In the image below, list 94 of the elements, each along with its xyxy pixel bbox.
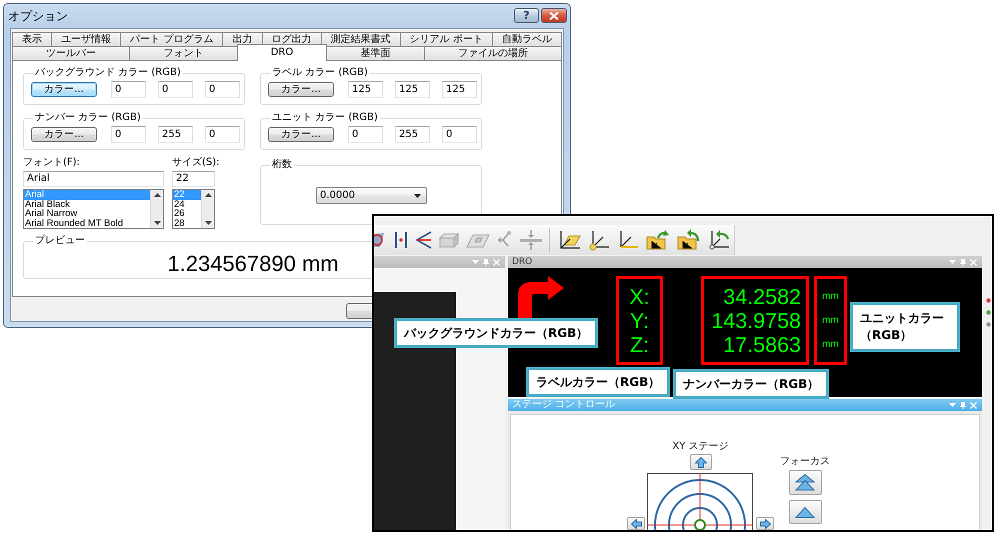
rgb-field[interactable]: 0 <box>442 126 477 143</box>
color-button[interactable]: カラー... <box>31 127 97 142</box>
font-label: フォント(F): <box>23 157 80 169</box>
size-label: サイズ(S): <box>172 157 220 169</box>
tab[interactable]: 表示 <box>12 32 52 46</box>
axes-point-icon[interactable] <box>588 229 610 251</box>
preview-text: 1.234567890 mm <box>167 251 339 277</box>
axis-value: 143.9758 <box>711 309 801 333</box>
font-field[interactable]: Arial <box>23 171 164 187</box>
rgb-field[interactable]: 0 <box>111 81 146 98</box>
font-option[interactable]: Arial Rounded MT Bold <box>24 218 150 228</box>
scroll-down-icon[interactable] <box>154 221 160 225</box>
unit-label: mm <box>822 315 839 327</box>
rgb-field[interactable]: 255 <box>395 126 430 143</box>
size-field[interactable]: 22 <box>172 171 215 187</box>
scrollbar[interactable] <box>150 190 163 228</box>
scroll-up-icon[interactable] <box>154 193 160 197</box>
tab[interactable]: ツールバー <box>12 46 130 60</box>
scrollbar[interactable] <box>201 190 214 228</box>
color-button[interactable]: カラー... <box>268 82 334 97</box>
folder-arrow-icon[interactable] <box>677 229 701 251</box>
callout-label: バックグラウンドカラー（RGB） <box>394 318 598 348</box>
move-right-button[interactable] <box>756 517 774 530</box>
axis-value: 17.5863 <box>723 333 801 357</box>
folder-arrow-icon[interactable] <box>646 229 670 251</box>
tab[interactable]: パート プログラム <box>120 32 224 46</box>
tab[interactable]: 自動ラベル <box>492 32 562 46</box>
rgb-field[interactable]: 0 <box>111 126 146 143</box>
close-icon <box>549 12 559 20</box>
tab[interactable]: フォント <box>129 46 238 60</box>
color-button[interactable]: カラー... <box>268 127 334 142</box>
group-title: 桁数 <box>271 159 293 171</box>
rgb-field[interactable]: 125 <box>442 81 477 98</box>
rgb-field[interactable]: 0 <box>158 81 193 98</box>
left-arrow-icon <box>630 518 642 528</box>
tab[interactable]: シリアル ポート <box>400 32 493 46</box>
move-left-button[interactable] <box>627 517 645 530</box>
rgb-field[interactable]: 125 <box>348 81 383 98</box>
rgb-field[interactable]: 125 <box>395 81 430 98</box>
font-option[interactable]: Arial Narrow <box>24 209 150 218</box>
triangle-up-icon <box>795 506 815 518</box>
panel-title: DRO <box>512 256 532 268</box>
scroll-down-icon[interactable] <box>204 221 212 225</box>
rgb-field[interactable]: 0 <box>205 126 240 143</box>
axes-arrow-icon[interactable] <box>708 229 730 251</box>
xy-stage-label: XY ステージ <box>672 441 729 453</box>
up-arrow-icon <box>694 456 706 468</box>
callout-label: ラベルカラー（RGB） <box>526 367 670 397</box>
indicator-dot-icon <box>986 310 991 315</box>
angle-icon[interactable] <box>416 229 432 251</box>
unit-label: mm <box>822 339 839 351</box>
focus-up-button[interactable] <box>788 500 822 524</box>
caret-icon <box>414 194 421 198</box>
axis-label: Z: <box>630 333 650 357</box>
callout-label: ユニットカラー（RGB） <box>850 302 960 352</box>
close-button[interactable] <box>541 8 567 23</box>
parallel-lines-icon[interactable] <box>393 229 409 251</box>
group-title: ナンバー カラー (RGB) <box>34 112 142 124</box>
double-triangle-up-icon <box>795 474 815 491</box>
bent-arrow-icon <box>518 276 564 318</box>
rgb-field[interactable]: 255 <box>158 126 193 143</box>
tab[interactable]: ユーザ情報 <box>51 32 122 46</box>
size-option[interactable]: 24 <box>173 200 201 209</box>
group-title: プレビュー <box>34 235 86 247</box>
panel-title: ステージ コントロール <box>512 399 616 411</box>
focus-label: フォーカス <box>780 456 830 468</box>
move-up-button[interactable] <box>690 454 712 470</box>
group-title: バックグラウンド カラー (RGB) <box>34 67 182 79</box>
tab[interactable]: ファイルの場所 <box>424 46 562 60</box>
dialog-button[interactable] <box>346 303 372 319</box>
color-button[interactable]: カラー... <box>31 82 97 97</box>
unit-label: mm <box>822 291 839 303</box>
size-option[interactable]: 26 <box>173 209 201 218</box>
group-title: ユニット カラー (RGB) <box>271 112 379 124</box>
indicator-dot-icon <box>986 298 991 303</box>
scroll-up-icon[interactable] <box>204 193 212 197</box>
group-title: ラベル カラー (RGB) <box>271 67 369 79</box>
help-button[interactable]: ? <box>514 8 539 23</box>
window-title: オプション <box>8 9 68 23</box>
size-option[interactable]: 28 <box>173 218 201 228</box>
tab[interactable]: DRO <box>236 44 328 61</box>
indicator-dot-icon <box>986 322 991 327</box>
font-option[interactable]: Arial Black <box>24 200 150 209</box>
focus-fast-up-button[interactable] <box>788 470 822 495</box>
axis-value: 34.2582 <box>723 285 801 309</box>
rgb-field[interactable]: 0 <box>348 126 383 143</box>
axis-label: X: <box>629 285 650 309</box>
callout-label: ナンバーカラー（RGB） <box>673 369 830 399</box>
tab[interactable]: 測定結果書式 <box>320 32 401 46</box>
digits-dropdown[interactable]: 0.0000 <box>316 187 427 204</box>
tab[interactable]: 基準面 <box>326 46 425 60</box>
right-arrow-icon <box>760 518 770 528</box>
axis-label: Y: <box>630 309 650 333</box>
rgb-field[interactable]: 0 <box>205 81 240 98</box>
